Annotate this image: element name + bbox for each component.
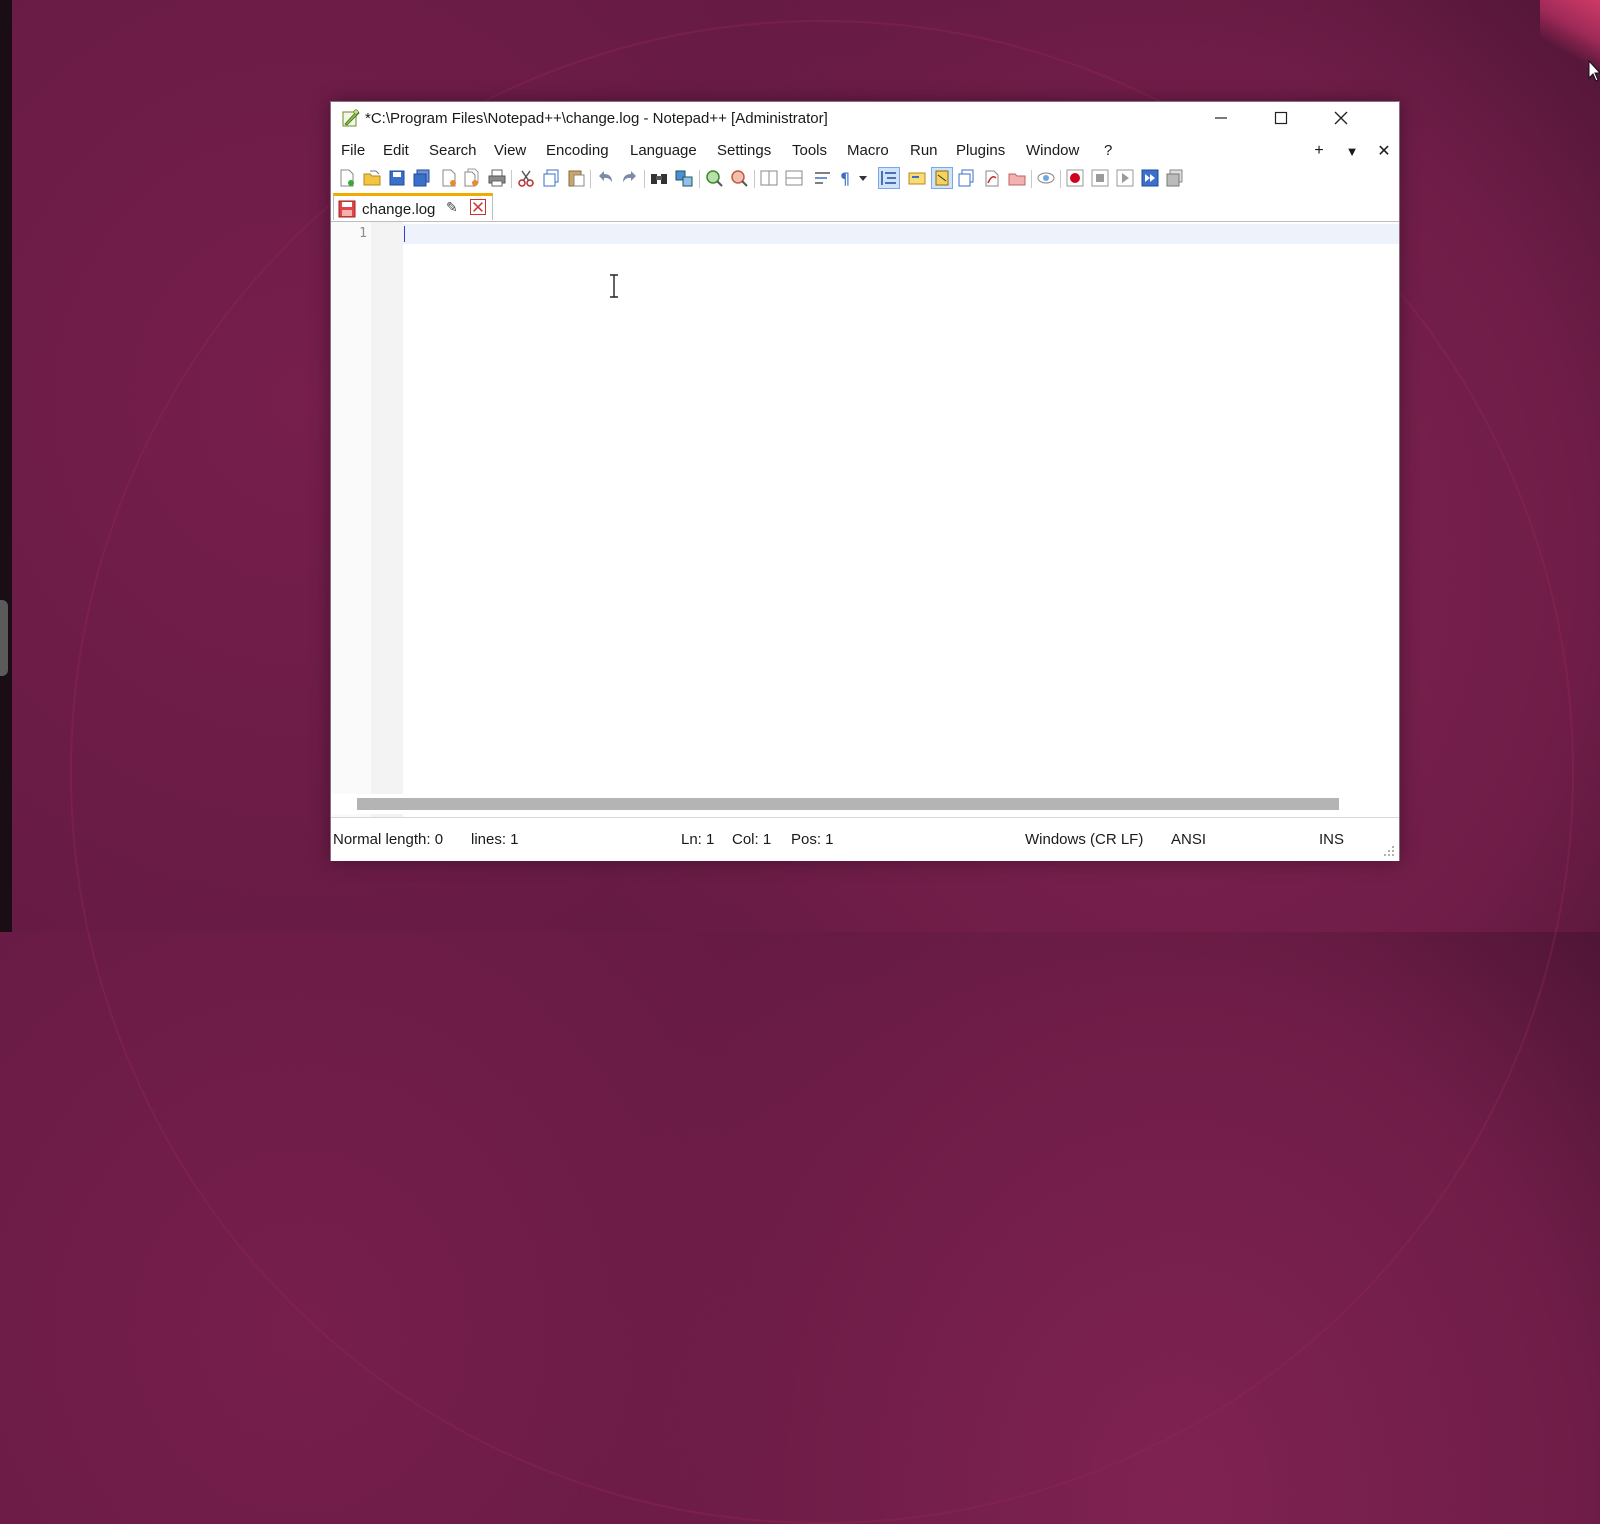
menu-bar: File Edit Search View Encoding Language … xyxy=(331,140,1399,162)
close-window-button[interactable] xyxy=(1311,102,1371,134)
svg-text:¶: ¶ xyxy=(840,169,850,188)
close-all-icon[interactable] xyxy=(462,168,482,188)
toolbar-separator xyxy=(1060,170,1061,188)
monitoring-eye-icon[interactable] xyxy=(1036,168,1056,188)
sync-vertical-icon[interactable] xyxy=(759,168,779,188)
tab-bar: change.log ✎ xyxy=(331,193,1399,222)
mouse-pointer-icon xyxy=(1588,60,1600,82)
status-eol-format[interactable]: Windows (CR LF) xyxy=(1025,831,1143,848)
line-number-gutter: 1 xyxy=(331,222,371,818)
sync-horizontal-icon[interactable] xyxy=(784,168,804,188)
notepadpp-window: *C:\Program Files\Notepad++\change.log -… xyxy=(330,101,1400,861)
menu-edit[interactable]: Edit xyxy=(383,142,409,159)
menu-file[interactable]: File xyxy=(341,142,365,159)
copy-icon[interactable] xyxy=(541,168,561,188)
status-doc-length: Normal length: 0 xyxy=(333,831,444,848)
print-icon[interactable] xyxy=(487,168,507,188)
stop-recording-icon[interactable] xyxy=(1090,168,1110,188)
redo-icon[interactable] xyxy=(620,168,640,188)
pin-icon[interactable]: ✎ xyxy=(446,199,458,216)
status-insert-mode[interactable]: INS xyxy=(1319,831,1344,848)
menu-macro[interactable]: Macro xyxy=(847,142,889,159)
tab-label: change.log xyxy=(362,201,436,218)
scrollbar-thumb[interactable] xyxy=(357,798,1339,810)
dropdown-icon[interactable] xyxy=(857,168,869,188)
line-number: 1 xyxy=(359,226,367,241)
status-encoding[interactable]: ANSI xyxy=(1171,831,1206,848)
desktop-side-handle[interactable] xyxy=(0,600,8,676)
menu-language[interactable]: Language xyxy=(630,142,697,159)
toolbar: ¶ xyxy=(331,164,1399,192)
open-file-icon[interactable] xyxy=(362,168,382,188)
minimize-icon xyxy=(1215,117,1227,119)
show-all-characters-icon[interactable]: ¶ xyxy=(836,168,856,188)
start-recording-icon[interactable] xyxy=(1065,168,1085,188)
toolbar-separator xyxy=(511,170,512,188)
toolbar-separator xyxy=(754,170,755,188)
paste-icon[interactable] xyxy=(566,168,586,188)
menu-plugins[interactable]: Plugins xyxy=(956,142,1005,159)
status-column: Col: 1 xyxy=(732,831,772,848)
minimize-button[interactable] xyxy=(1191,102,1251,134)
menu-view[interactable]: View xyxy=(494,142,526,159)
ibeam-cursor-icon xyxy=(610,274,618,298)
indent-guide-icon[interactable] xyxy=(878,167,900,189)
menu-window[interactable]: Window xyxy=(1026,142,1079,159)
menu-run[interactable]: Run xyxy=(910,142,938,159)
tab-list-dropdown-button[interactable]: ▼ xyxy=(1340,140,1364,162)
fold-margin[interactable] xyxy=(371,222,403,818)
status-position: Pos: 1 xyxy=(791,831,834,848)
save-all-icon[interactable] xyxy=(412,168,432,188)
playback-icon[interactable] xyxy=(1115,168,1135,188)
desktop-left-edge xyxy=(0,0,12,932)
tab-close-icon[interactable] xyxy=(470,199,486,215)
replace-icon[interactable] xyxy=(674,168,694,188)
document-map-icon[interactable] xyxy=(931,167,953,189)
status-bar: Normal length: 0 lines: 1 Ln: 1 Col: 1 P… xyxy=(331,817,1399,861)
current-line-highlight xyxy=(403,224,1399,244)
text-caret xyxy=(404,226,405,242)
word-wrap-icon[interactable] xyxy=(813,168,833,188)
menu-encoding[interactable]: Encoding xyxy=(546,142,609,159)
new-file-icon[interactable] xyxy=(337,168,357,188)
find-icon[interactable] xyxy=(649,168,669,188)
maximize-button[interactable] xyxy=(1251,102,1311,134)
menu-settings[interactable]: Settings xyxy=(717,142,771,159)
resize-grip-icon[interactable] xyxy=(1383,845,1395,857)
toolbar-separator xyxy=(699,170,700,188)
undo-icon[interactable] xyxy=(595,168,615,188)
user-defined-language-icon[interactable] xyxy=(907,168,927,188)
unsaved-file-icon xyxy=(338,200,356,218)
folder-icon[interactable] xyxy=(1007,168,1027,188)
new-tab-plus-button[interactable]: + xyxy=(1307,140,1331,162)
menu-tools[interactable]: Tools xyxy=(792,142,827,159)
maximize-icon xyxy=(1274,111,1288,125)
close-icon xyxy=(1334,111,1348,125)
window-title: *C:\Program Files\Notepad++\change.log -… xyxy=(365,110,828,127)
toolbar-separator xyxy=(1031,170,1032,188)
toolbar-separator xyxy=(644,170,645,188)
horizontal-scrollbar[interactable] xyxy=(331,794,1399,814)
editor-area[interactable]: 1 xyxy=(331,222,1399,818)
notepadpp-app-icon xyxy=(342,109,360,127)
close-file-icon[interactable] xyxy=(439,168,459,188)
menu-help[interactable]: ? xyxy=(1104,142,1112,159)
close-document-button[interactable]: ✕ xyxy=(1372,140,1396,162)
status-lines: lines: 1 xyxy=(471,831,519,848)
run-macro-multiple-icon[interactable] xyxy=(1140,168,1160,188)
folder-workspace-icon[interactable] xyxy=(982,168,1002,188)
toolbar-separator xyxy=(590,170,591,188)
menu-search[interactable]: Search xyxy=(429,142,477,159)
save-macro-icon[interactable] xyxy=(1165,168,1185,188)
function-list-icon[interactable] xyxy=(957,168,977,188)
title-bar[interactable]: *C:\Program Files\Notepad++\change.log -… xyxy=(331,102,1399,134)
status-line: Ln: 1 xyxy=(681,831,715,848)
zoom-in-icon[interactable] xyxy=(704,168,724,188)
save-icon[interactable] xyxy=(387,168,407,188)
cut-icon[interactable] xyxy=(516,168,536,188)
tab-change-log[interactable]: change.log ✎ xyxy=(333,193,493,220)
zoom-out-icon[interactable] xyxy=(729,168,749,188)
